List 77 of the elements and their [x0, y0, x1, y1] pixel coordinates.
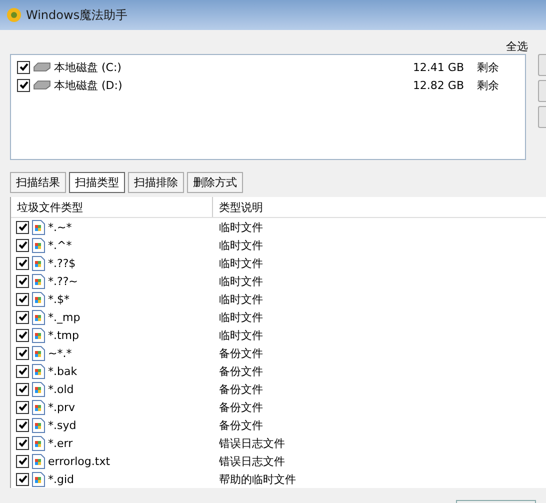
- checkbox[interactable]: [16, 418, 29, 432]
- file-icon: [32, 256, 45, 270]
- type-description: 临时文件: [218, 292, 264, 306]
- file-pattern: *.~*: [48, 220, 72, 234]
- file-icon: [32, 436, 45, 450]
- type-description: 错误日志文件: [218, 454, 286, 468]
- checkbox[interactable]: [16, 310, 29, 324]
- free-label: 剩余: [476, 60, 500, 74]
- checkbox[interactable]: [16, 292, 29, 306]
- type-description: 临时文件: [218, 238, 264, 252]
- tab[interactable]: 扫描类型: [69, 172, 125, 193]
- file-pattern: *.^*: [48, 238, 72, 252]
- file-pattern: *.old: [48, 382, 74, 396]
- checkbox[interactable]: [16, 454, 29, 468]
- tab[interactable]: 删除方式: [187, 172, 243, 193]
- column-header[interactable]: 垃圾文件类型: [11, 197, 213, 217]
- file-pattern: *.err: [48, 436, 73, 450]
- tab[interactable]: 扫描排除: [128, 172, 184, 193]
- disk-name: 本地磁盘 (C:): [54, 60, 122, 74]
- drive-icon: [33, 62, 51, 72]
- checkbox[interactable]: [16, 274, 29, 288]
- type-description: 临时文件: [218, 256, 264, 270]
- disk-name: 本地磁盘 (D:): [54, 78, 124, 92]
- checkbox[interactable]: [16, 400, 29, 414]
- drive-icon: [33, 80, 51, 90]
- file-pattern: *.syd: [48, 418, 76, 432]
- file-icon: [32, 454, 45, 468]
- file-pattern: *.??~: [48, 274, 78, 288]
- checkbox[interactable]: [16, 238, 29, 252]
- checkbox[interactable]: [16, 346, 29, 360]
- free-space: 12.41 GB: [412, 60, 464, 74]
- file-pattern: ~*.*: [48, 346, 72, 360]
- file-pattern: *.gid: [48, 472, 74, 486]
- file-pattern: *.prv: [48, 400, 76, 414]
- file-icon: [32, 274, 45, 288]
- tab[interactable]: 扫描结果: [10, 172, 66, 193]
- file-pattern: *.bak: [48, 364, 78, 378]
- file-icon: [32, 364, 45, 378]
- select-all-link[interactable]: 全选: [506, 39, 528, 54]
- checkbox[interactable]: [16, 364, 29, 378]
- checkbox[interactable]: [16, 472, 29, 486]
- free-label: 剩余: [476, 78, 500, 92]
- file-icon: [32, 382, 45, 396]
- type-description: 临时文件: [218, 220, 264, 234]
- file-icon: [32, 292, 45, 306]
- file-pattern: *.$*: [48, 292, 70, 306]
- file-icon: [32, 400, 45, 414]
- file-pattern: *.??$: [48, 256, 76, 270]
- free-space: 12.82 GB: [412, 78, 464, 92]
- checkbox[interactable]: [16, 382, 29, 396]
- checkbox[interactable]: [17, 78, 30, 92]
- type-description: 帮助的临时文件: [218, 472, 297, 486]
- type-description: 临时文件: [218, 274, 264, 288]
- checkbox[interactable]: [17, 60, 30, 74]
- type-description: 临时文件: [218, 328, 264, 342]
- file-pattern: errorlog.txt: [48, 454, 110, 468]
- checkbox[interactable]: [16, 328, 29, 342]
- file-pattern: *.tmp: [48, 328, 80, 342]
- type-description: 备份文件: [218, 382, 264, 396]
- type-description: 备份文件: [218, 364, 264, 378]
- checkbox[interactable]: [16, 436, 29, 450]
- type-description: 备份文件: [218, 346, 264, 360]
- checkbox[interactable]: [16, 256, 29, 270]
- file-icon: [32, 418, 45, 432]
- file-icon: [32, 220, 45, 234]
- window-title: Windows魔法助手: [26, 6, 128, 24]
- type-description: 临时文件: [218, 310, 264, 324]
- file-icon: [32, 346, 45, 360]
- file-icon: [32, 328, 45, 342]
- file-icon: [32, 310, 45, 324]
- type-description: 备份文件: [218, 418, 264, 432]
- file-pattern: *._mp: [48, 310, 80, 324]
- checkbox[interactable]: [16, 220, 29, 234]
- type-description: 备份文件: [218, 400, 264, 414]
- column-header[interactable]: 类型说明: [213, 197, 546, 217]
- type-description: 错误日志文件: [218, 436, 286, 450]
- file-icon: [32, 238, 45, 252]
